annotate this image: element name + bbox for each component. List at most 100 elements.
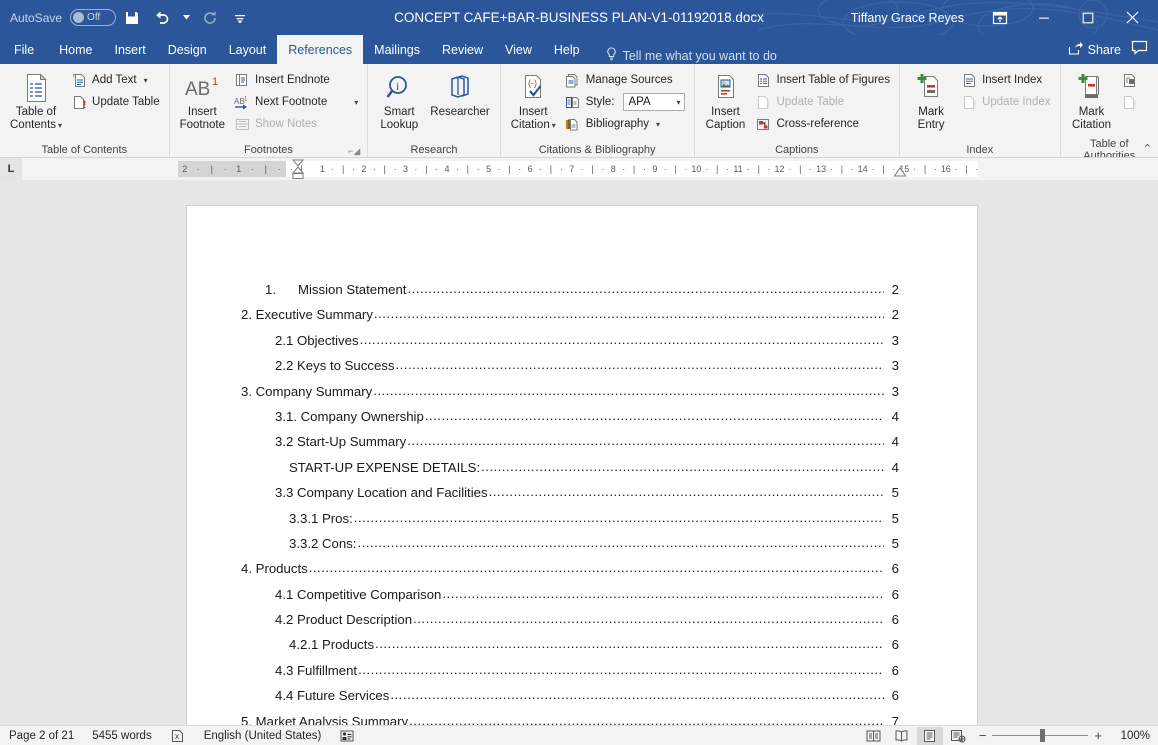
toc-entry[interactable]: 3.3 Company Location and Facilities.....… <box>187 485 977 510</box>
insert-index-button[interactable]: Insert Index <box>957 69 1054 91</box>
tab-references[interactable]: References <box>277 35 363 64</box>
toc-entry[interactable]: 1. Mission Statement....................… <box>187 282 977 307</box>
insert-table-of-figures-button[interactable]: Insert Table of Figures <box>752 69 895 91</box>
tab-design[interactable]: Design <box>157 35 218 64</box>
close-icon[interactable] <box>1110 0 1154 35</box>
zoom-slider[interactable]: − + <box>973 728 1108 743</box>
cross-reference-button[interactable]: Cross-reference <box>752 113 895 135</box>
insert-endnote-button[interactable]: Insert Endnote <box>230 69 362 91</box>
view-web-layout-button[interactable] <box>945 727 971 745</box>
style-icon <box>565 94 581 110</box>
zoom-level-button[interactable]: 100% <box>1110 730 1150 742</box>
ruler-tick: 1 <box>232 164 246 174</box>
zoom-track[interactable] <box>992 735 1088 736</box>
view-print-layout-button[interactable] <box>917 727 943 745</box>
minimize-icon[interactable] <box>1022 0 1066 35</box>
tab-file[interactable]: File <box>0 35 48 64</box>
insert-table-of-authorities-button[interactable] <box>1118 69 1147 91</box>
ribbon-display-options-icon[interactable] <box>978 0 1022 35</box>
collapse-ribbon-icon[interactable]: ⌃ <box>1143 142 1152 155</box>
chevron-down-icon[interactable]: ▾ <box>354 98 358 107</box>
tab-review[interactable]: Review <box>431 35 494 64</box>
mark-entry-label-2: Entry <box>918 119 945 132</box>
save-icon[interactable] <box>118 4 146 32</box>
tab-insert[interactable]: Insert <box>104 35 157 64</box>
redo-icon[interactable] <box>196 4 224 32</box>
insert-caption-button[interactable]: Insert Caption <box>700 67 752 135</box>
zoom-out-button[interactable]: − <box>979 728 987 743</box>
zoom-in-button[interactable]: + <box>1094 728 1102 743</box>
toc-entry[interactable]: 2.1 Objectives..........................… <box>187 333 977 358</box>
tab-layout[interactable]: Layout <box>218 35 278 64</box>
toc-entry[interactable]: 3.3.1 Pros:.............................… <box>187 511 977 536</box>
tab-home[interactable]: Home <box>48 35 103 64</box>
toc-entry[interactable]: 3.2 Start-Up Summary....................… <box>187 434 977 459</box>
indent-markers[interactable] <box>290 158 306 180</box>
mark-citation-button[interactable]: Mark Citation <box>1066 67 1118 135</box>
zoom-thumb[interactable] <box>1040 729 1045 742</box>
toc-entry[interactable]: 3.3.2 Cons:.............................… <box>187 536 977 561</box>
ruler-tick: · <box>494 164 504 174</box>
share-button[interactable]: Share <box>1068 41 1121 58</box>
tab-view[interactable]: View <box>494 35 543 64</box>
toc-entry[interactable]: 5. Market Analysis Summary..............… <box>187 714 977 725</box>
customize-quick-access-icon[interactable] <box>226 4 254 32</box>
autosave-toggle[interactable]: Off <box>70 9 116 26</box>
insert-footnote-button[interactable]: AB1 Insert Footnote <box>175 67 230 135</box>
tab-help[interactable]: Help <box>543 35 591 64</box>
toc-entry[interactable]: 4.4 Future Services.....................… <box>187 688 977 713</box>
proofing-errors-icon[interactable]: x <box>161 726 195 745</box>
ruler-tick: · <box>702 164 712 174</box>
cross-reference-icon <box>756 116 772 132</box>
manage-sources-button[interactable]: Manage Sources <box>561 69 689 91</box>
chevron-down-icon[interactable]: ▾ <box>144 76 148 85</box>
right-indent-marker[interactable] <box>893 167 907 179</box>
toc-entry[interactable]: 4.2.1 Products..........................… <box>187 637 977 662</box>
toc-entry[interactable]: 4.2 Product Description.................… <box>187 612 977 637</box>
researcher-button[interactable]: Researcher <box>425 67 494 122</box>
document-page[interactable]: 1. Mission Statement....................… <box>186 205 978 725</box>
toc-entry[interactable]: 4.3 Fulfillment.........................… <box>187 663 977 688</box>
undo-icon[interactable] <box>148 4 176 32</box>
focus-mode-icon[interactable] <box>861 727 887 745</box>
update-index-icon <box>961 94 977 110</box>
tab-stop-selector[interactable]: L <box>0 158 22 180</box>
table-of-contents-button[interactable]: Table of Contents▾ <box>5 67 67 135</box>
maximize-icon[interactable] <box>1066 0 1110 35</box>
mark-entry-button[interactable]: Mark Entry <box>905 67 957 135</box>
table-of-contents-field[interactable]: 1. Mission Statement....................… <box>187 282 977 725</box>
add-text-button[interactable]: Add Text ▾ <box>67 69 164 91</box>
mark-citation-label-1: Mark <box>1079 106 1105 119</box>
update-table-button[interactable]: Update Table <box>67 91 164 113</box>
toc-entry[interactable]: 2. Executive Summary....................… <box>187 307 977 332</box>
page-indicator[interactable]: Page 2 of 21 <box>0 726 83 745</box>
word-count[interactable]: 5455 words <box>83 726 160 745</box>
toc-entry[interactable]: START-UP EXPENSE DETAILS:...............… <box>187 460 977 485</box>
ruler-tick: 7 <box>567 164 577 174</box>
ruler-tick: 2 <box>178 164 192 174</box>
toc-entry[interactable]: 3.1. Company Ownership..................… <box>187 409 977 434</box>
toc-entry[interactable]: 2.2 Keys to Success.....................… <box>187 358 977 383</box>
toc-entry[interactable]: 4.1 Competitive Comparison..............… <box>187 587 977 612</box>
document-canvas[interactable]: 1. Mission Statement....................… <box>0 180 1158 725</box>
toc-entry[interactable]: 4. Products.............................… <box>187 561 977 586</box>
ruler-tick: · <box>273 164 287 174</box>
smart-lookup-button[interactable]: i Smart Lookup <box>373 67 425 135</box>
chevron-down-icon[interactable]: ▾ <box>656 120 660 129</box>
view-read-mode-button[interactable] <box>889 727 915 745</box>
next-footnote-button[interactable]: AB1 Next Footnote ▾ <box>230 91 362 113</box>
undo-dropdown-icon[interactable] <box>178 4 194 32</box>
citation-style-select[interactable]: APA ▾ <box>623 93 685 111</box>
insert-citation-button[interactable]: (-) Insert Citation▾ <box>506 67 561 135</box>
user-account-name[interactable]: Tiffany Grace Reyes <box>851 11 964 25</box>
tab-mailings[interactable]: Mailings <box>363 35 431 64</box>
tell-me-search[interactable]: Tell me what you want to do <box>605 47 777 64</box>
accessibility-checker-icon[interactable] <box>330 726 364 745</box>
chevron-down-icon: ▾ <box>676 98 680 107</box>
toc-entry[interactable]: 3. Company Summary......................… <box>187 384 977 409</box>
footnotes-dialog-launcher-icon[interactable]: ⌐◢ <box>348 146 360 157</box>
language-indicator[interactable]: English (United States) <box>195 726 331 745</box>
comments-icon[interactable] <box>1131 40 1148 60</box>
show-notes-icon <box>234 116 250 132</box>
bibliography-button[interactable]: Bibliography ▾ <box>561 113 689 135</box>
